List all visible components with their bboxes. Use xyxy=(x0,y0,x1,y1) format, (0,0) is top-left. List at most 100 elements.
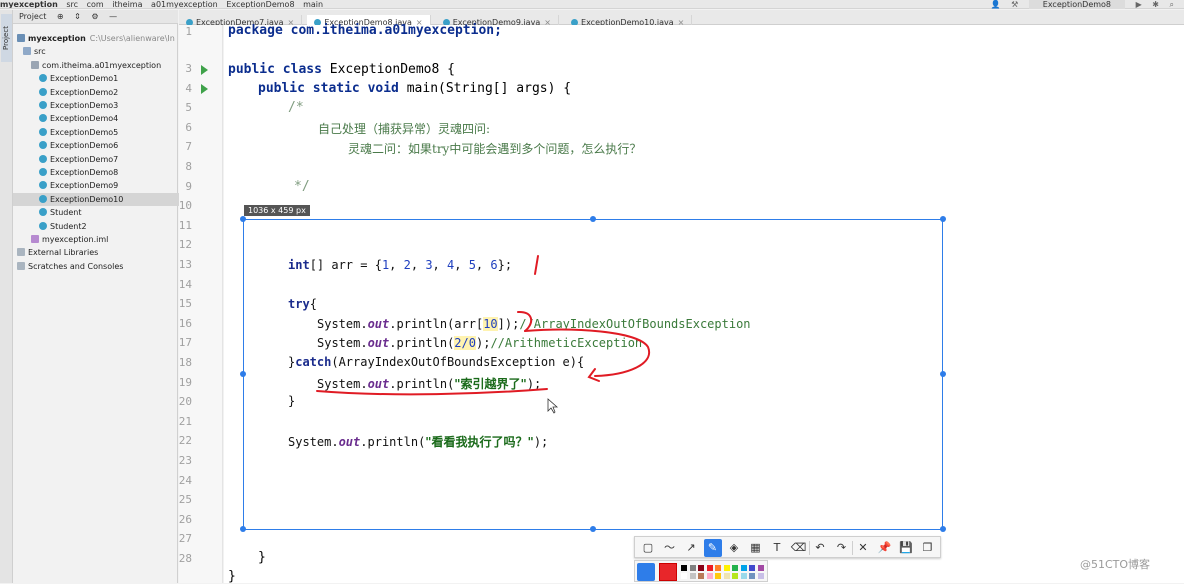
pen-tool-icon[interactable]: ✎ xyxy=(703,539,722,557)
tree-item[interactable]: com.itheima.a01myexception xyxy=(13,59,196,72)
code-line: int[] arr = {1, 2, 3, 4, 5, 6}; xyxy=(288,258,512,272)
mosaic-tool-icon[interactable]: ▦ xyxy=(747,539,765,557)
color-swatch[interactable] xyxy=(681,573,687,579)
class-icon xyxy=(39,114,47,123)
text-tool-icon[interactable]: T xyxy=(768,539,786,557)
user-icon[interactable]: 👤 xyxy=(991,0,1001,9)
color-swatch[interactable] xyxy=(715,573,721,579)
color-swatch[interactable] xyxy=(723,565,730,571)
tree-item[interactable]: ExceptionDemo4 xyxy=(13,112,204,125)
run-class-icon[interactable] xyxy=(201,65,208,75)
color-swatch[interactable] xyxy=(689,573,696,579)
tree-item[interactable]: ExceptionDemo6 xyxy=(13,139,204,152)
copy-icon[interactable]: ❐ xyxy=(919,539,937,557)
search-icon[interactable]: ⌕ xyxy=(1170,0,1174,9)
breadcrumb-item[interactable]: src xyxy=(66,0,78,8)
color-swatch[interactable] xyxy=(698,573,704,579)
breadcrumb-item[interactable]: itheima xyxy=(112,0,142,8)
color-swatch[interactable] xyxy=(757,573,764,579)
redo-icon[interactable]: ↷ xyxy=(833,539,851,557)
save-icon[interactable]: 💾 xyxy=(897,539,915,557)
tree-item[interactable]: ExceptionDemo9 xyxy=(13,179,204,192)
resize-handle[interactable] xyxy=(590,216,596,222)
keyword: catch xyxy=(295,355,332,369)
tree-item[interactable]: myexception.iml xyxy=(13,233,196,246)
keyword: public static void xyxy=(258,81,399,96)
collapse-icon[interactable]: ⇕ xyxy=(74,12,81,21)
string-literal: "看看我执行了吗？" xyxy=(425,435,534,449)
tree-item[interactable]: ExceptionDemo5 xyxy=(13,126,204,139)
line-number: 16 xyxy=(178,316,192,330)
stroke-size-button[interactable] xyxy=(637,563,655,581)
resize-handle[interactable] xyxy=(240,216,246,222)
code-text: , xyxy=(475,258,491,272)
tree-item[interactable]: External Libraries xyxy=(13,246,182,259)
resize-handle[interactable] xyxy=(240,371,246,377)
minimize-icon[interactable]: — xyxy=(109,12,117,21)
field-name: out xyxy=(367,317,390,331)
color-swatch[interactable] xyxy=(698,565,704,571)
tree-item[interactable]: myexception C:\Users\alienware\In xyxy=(13,32,182,45)
tree-item[interactable]: Scratches and Consoles xyxy=(13,260,182,273)
color-swatch[interactable] xyxy=(706,565,713,571)
tree-item[interactable]: ExceptionDemo3 xyxy=(13,99,204,112)
target-icon[interactable]: ⊕ xyxy=(57,12,64,21)
code-line: System.out.println(arr[10]);//ArrayIndex… xyxy=(317,317,751,331)
resize-handle[interactable] xyxy=(940,526,946,532)
tree-item[interactable]: src xyxy=(13,45,188,58)
string-literal: "索引越界了" xyxy=(454,377,527,391)
run-icon[interactable]: ▶ xyxy=(1136,0,1142,9)
hammer-icon[interactable]: ⚒ xyxy=(1011,0,1018,9)
color-swatch[interactable] xyxy=(723,573,730,579)
resize-handle[interactable] xyxy=(940,371,946,377)
tree-item-label: ExceptionDemo5 xyxy=(50,127,119,137)
resize-handle[interactable] xyxy=(590,526,596,532)
color-swatch[interactable] xyxy=(732,565,738,571)
color-swatch[interactable] xyxy=(749,573,755,579)
breadcrumb-item[interactable]: myexception xyxy=(0,0,58,8)
line-number: 12 xyxy=(178,238,192,252)
color-swatch[interactable] xyxy=(732,573,738,579)
tree-item[interactable]: ExceptionDemo1 xyxy=(13,72,204,85)
marker-tool-icon[interactable]: ◈ xyxy=(725,539,743,557)
color-swatch[interactable] xyxy=(740,565,747,571)
current-color-swatch[interactable] xyxy=(659,563,677,581)
gear-icon[interactable]: ⚙ xyxy=(91,12,98,21)
number-literal: 10 xyxy=(483,317,498,331)
breadcrumb-item[interactable]: com xyxy=(87,0,104,8)
breadcrumb-item[interactable]: ExceptionDemo8 xyxy=(226,0,294,8)
tree-item[interactable]: ExceptionDemo2 xyxy=(13,86,204,99)
debug-icon[interactable]: ✱ xyxy=(1152,0,1159,9)
run-config-selector[interactable]: ExceptionDemo8 xyxy=(1028,0,1126,9)
tree-item-label: myexception.iml xyxy=(42,235,109,244)
run-main-icon[interactable] xyxy=(201,84,208,94)
tree-item[interactable]: ExceptionDemo10 xyxy=(13,192,204,206)
breadcrumb-item[interactable]: a01myexception xyxy=(151,0,218,8)
arrow-tool-icon[interactable]: ↗ xyxy=(682,539,700,557)
breadcrumb-item[interactable]: main xyxy=(303,0,323,8)
tree-item[interactable]: Student xyxy=(13,206,204,219)
curve-tool-icon[interactable]: 〜 xyxy=(661,539,679,557)
rectangle-tool-icon[interactable]: ▢ xyxy=(639,539,657,557)
capture-region[interactable]: int[] arr = {1, 2, 3, 4, 5, 6}; try{ Sys… xyxy=(240,216,946,532)
tree-item[interactable]: ExceptionDemo8 xyxy=(13,166,204,179)
project-tool-tab[interactable]: Project xyxy=(1,14,12,62)
color-swatch[interactable] xyxy=(757,565,764,571)
project-view-selector[interactable]: Project xyxy=(19,12,46,21)
color-swatch[interactable] xyxy=(740,573,747,579)
color-swatch[interactable] xyxy=(689,565,696,571)
tree-item[interactable]: ExceptionDemo7 xyxy=(13,153,204,166)
resize-handle[interactable] xyxy=(940,216,946,222)
line-number: 4 xyxy=(185,81,192,95)
color-swatch[interactable] xyxy=(749,565,755,571)
close-icon[interactable]: ✕ xyxy=(854,539,872,557)
undo-icon[interactable]: ↶ xyxy=(811,539,829,557)
color-swatch[interactable] xyxy=(681,565,687,571)
scratch-icon xyxy=(17,261,25,270)
eraser-tool-icon[interactable]: ⌫ xyxy=(790,539,808,557)
color-swatch[interactable] xyxy=(715,565,721,571)
color-swatch[interactable] xyxy=(706,573,713,579)
tree-item[interactable]: Student2 xyxy=(13,220,204,233)
resize-handle[interactable] xyxy=(240,526,246,532)
pin-icon[interactable]: 📌 xyxy=(876,539,894,557)
